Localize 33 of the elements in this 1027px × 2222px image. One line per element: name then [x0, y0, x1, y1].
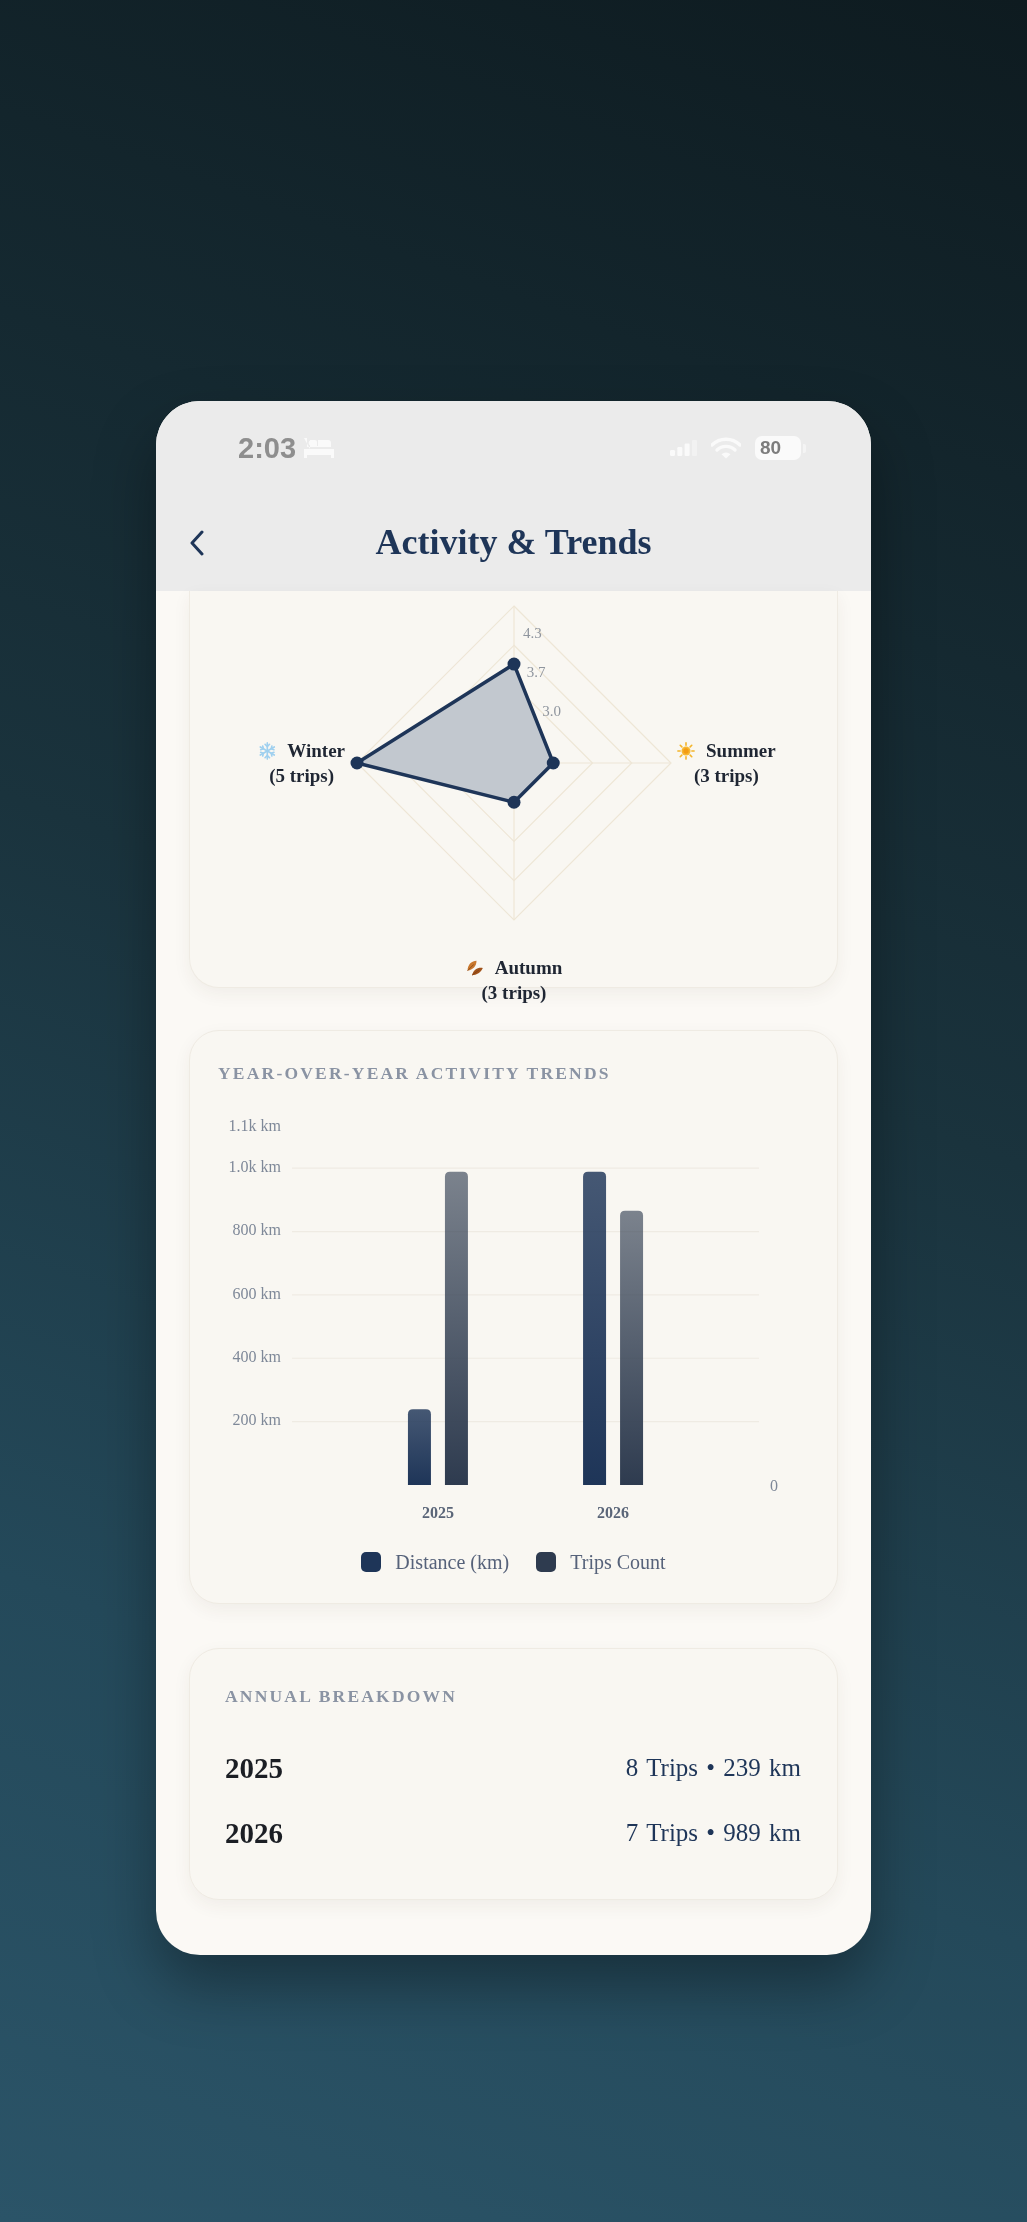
axis-tick-label: 200 km: [232, 1411, 281, 1429]
axis-tick-label: 4.3: [523, 624, 542, 641]
year-summary: 7 Trips • 989 km: [625, 1819, 801, 1847]
leaves-icon: [465, 958, 484, 977]
axis-label: Summer: [706, 739, 776, 763]
chevron-left-icon: [190, 530, 204, 556]
category-label: 2026: [597, 1503, 630, 1521]
status-time: 2:03: [238, 433, 297, 463]
year-label: 2025: [225, 1751, 283, 1785]
trip-count-label: (3 trips): [481, 981, 547, 1005]
year-summary: 8 Trips • 239 km: [625, 1754, 801, 1782]
trip-count-label: (5 trips): [269, 764, 335, 788]
card-title: ANNUAL BREAKDOWN: [225, 1685, 458, 1708]
axis-tick-label: 1.1k km: [228, 1116, 281, 1134]
legend-label: Distance (km): [395, 1550, 510, 1574]
axis-tick-label: 800 km: [232, 1221, 281, 1239]
snowflake-icon: [258, 741, 277, 760]
legend-label: Trips Count: [570, 1550, 666, 1574]
axis-tick-label: 600 km: [232, 1284, 281, 1302]
axis-tick-label: 400 km: [232, 1347, 281, 1365]
sun-icon: [677, 741, 695, 760]
axis-label: Autumn: [494, 956, 563, 980]
trip-count-label: (3 trips): [693, 764, 759, 788]
screen-title: Activity & Trends: [375, 521, 652, 565]
category-label: 2025: [421, 1503, 454, 1521]
battery-indicator: 80: [755, 436, 806, 460]
axis-tick-label: 3.0: [542, 703, 562, 720]
axis-tick-label: 3.7: [526, 663, 546, 680]
axis-label: Winter: [287, 739, 345, 763]
card-title: YEAR-OVER-YEAR ACTIVITY TRENDS: [218, 1062, 611, 1085]
year-label: 2026: [225, 1816, 283, 1850]
axis-tick-label: 0: [770, 1476, 778, 1494]
axis-tick-label: 1.0k km: [228, 1157, 281, 1175]
